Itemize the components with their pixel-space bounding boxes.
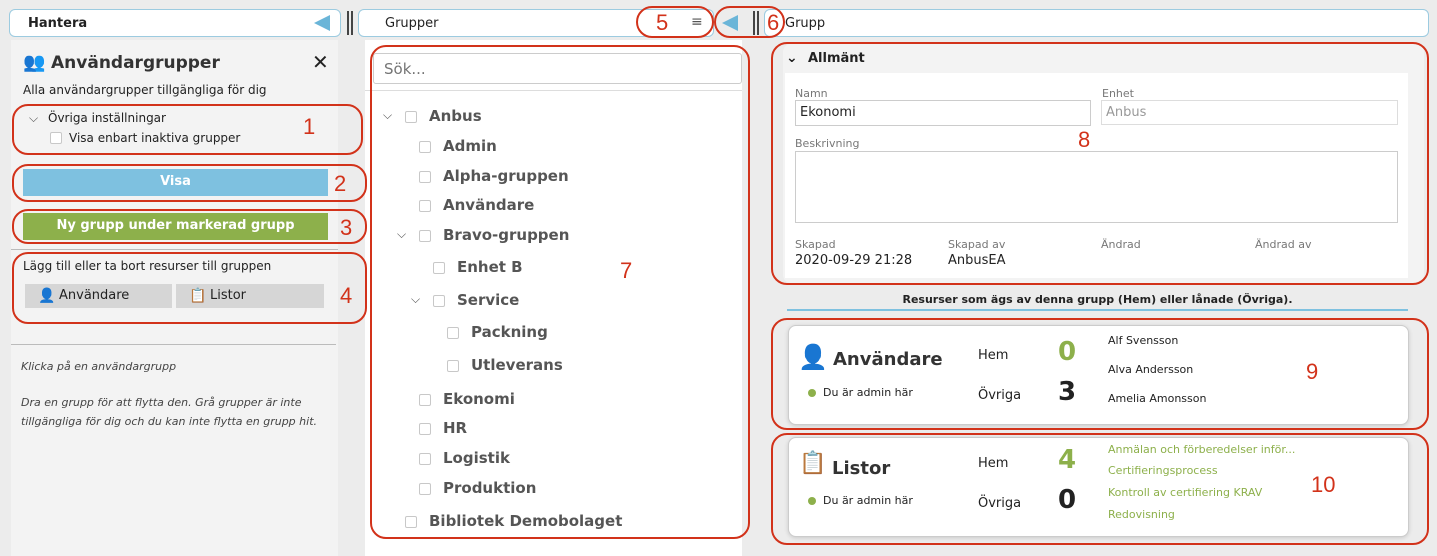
hint-text: Dra en grupp för att flytta den. Grå gru… [21, 396, 318, 428]
annotation-number: 6 [767, 10, 780, 35]
annotation-box-9 [771, 318, 1429, 430]
resources-caption: Resurser som ägs av denna grupp (Hem) el… [902, 293, 1293, 306]
user-group-icon: 👥 [23, 52, 46, 73]
annotation-number: 3 [340, 215, 353, 240]
right-panel-header: Grupp [764, 9, 1429, 37]
annotation-box-8 [771, 42, 1429, 285]
hint-text: Klicka på en användargrupp [21, 360, 177, 373]
annotation-number: 8 [1078, 127, 1091, 152]
left-panel-subtitle: Alla användargrupper tillgängliga för di… [23, 83, 267, 97]
annotation-number: 7 [620, 258, 633, 283]
left-panel-header: Hantera [9, 9, 341, 37]
annotation-number: 2 [334, 171, 347, 196]
annotation-box-2 [12, 164, 367, 202]
left-splitter[interactable] [347, 11, 353, 35]
divider [11, 249, 338, 250]
right-panel-title: Grupp [785, 16, 826, 31]
left-panel-title: Hantera [28, 16, 88, 31]
annotation-number: 9 [1306, 359, 1319, 384]
annotation-number: 4 [340, 283, 353, 308]
divider [11, 344, 336, 345]
collapse-left-icon[interactable] [314, 15, 330, 31]
middle-panel-title: Grupper [385, 16, 439, 31]
divider [787, 309, 1408, 311]
annotation-box-5 [636, 6, 714, 38]
close-icon[interactable]: ✕ [312, 50, 329, 74]
annotation-box-7 [370, 45, 750, 539]
annotation-box-3 [12, 209, 367, 244]
annotation-box-4 [12, 252, 367, 324]
annotation-number: 1 [303, 114, 316, 139]
left-panel-heading: Användargrupper [51, 53, 220, 73]
annotation-number: 10 [1311, 472, 1336, 497]
annotation-number: 5 [656, 10, 669, 35]
